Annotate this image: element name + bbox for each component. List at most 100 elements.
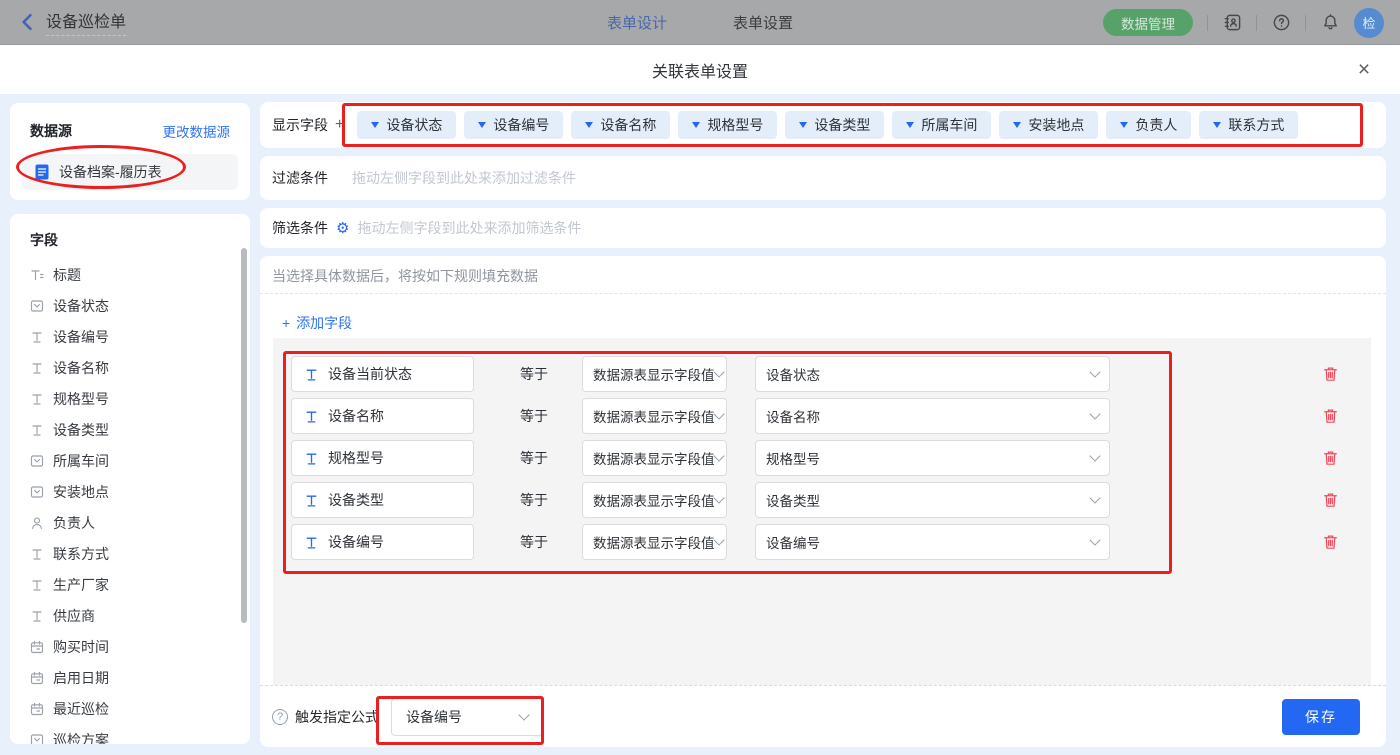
filter-condition-placeholder: 拖动左侧字段到此处来添加过滤条件: [352, 168, 576, 188]
field-item[interactable]: 供应商: [30, 600, 230, 631]
tab-form-design[interactable]: 表单设计: [607, 12, 667, 33]
text-field-icon: [30, 361, 44, 375]
field-item-label: 负责人: [53, 513, 95, 533]
field-item[interactable]: 标题: [30, 259, 230, 290]
source-type-select[interactable]: 数据源表显示字段值: [582, 482, 727, 518]
trash-icon: [1323, 534, 1338, 550]
chip-label: 规格型号: [707, 115, 763, 135]
source-type-select[interactable]: 数据源表显示字段值: [582, 524, 727, 560]
trash-icon: [1323, 450, 1338, 466]
field-item[interactable]: 最近巡检: [30, 693, 230, 724]
help-icon[interactable]: [1271, 13, 1291, 33]
delete-rule-button[interactable]: [1323, 534, 1339, 551]
source-field-select[interactable]: 设备类型: [755, 482, 1110, 518]
selected-datasource[interactable]: 设备档案-履历表: [22, 154, 238, 190]
field-item[interactable]: 启用日期: [30, 662, 230, 693]
display-field-chip[interactable]: 设备编号: [464, 111, 563, 139]
display-field-chip[interactable]: 安装地点: [999, 111, 1098, 139]
screen-condition-placeholder: 拖动左侧字段到此处来添加筛选条件: [357, 218, 581, 238]
target-field-box[interactable]: 设备类型: [291, 482, 474, 518]
field-item[interactable]: 巡检方案: [30, 724, 230, 744]
display-field-chip[interactable]: 设备状态: [357, 111, 456, 139]
field-item-label: 标题: [53, 265, 81, 285]
chevron-down-icon: [713, 450, 724, 461]
close-icon[interactable]: ×: [1352, 58, 1376, 82]
dialog-title: 关联表单设置: [0, 45, 1400, 95]
chip-label: 设备类型: [814, 115, 870, 135]
display-field-chip[interactable]: 设备类型: [785, 111, 884, 139]
source-field-select[interactable]: 设备状态: [755, 356, 1110, 392]
chevron-down-icon: [1089, 408, 1100, 419]
source-type-select[interactable]: 数据源表显示字段值: [582, 356, 727, 392]
change-datasource-link[interactable]: 更改数据源: [163, 121, 231, 141]
title-field-icon: [30, 268, 44, 282]
trigger-formula-label: 触发指定公式: [295, 707, 379, 727]
text-field-icon: [304, 409, 319, 424]
field-item[interactable]: 负责人: [30, 507, 230, 538]
source-field-select[interactable]: 规格型号: [755, 440, 1110, 476]
fill-rule-row: 设备类型 等于 数据源表显示字段值 设备类型: [291, 482, 1353, 518]
date-field-icon: [30, 671, 44, 685]
chevron-down-icon: [371, 122, 379, 128]
help-circle-icon[interactable]: ?: [272, 709, 288, 725]
fields-scrollbar[interactable]: [241, 248, 247, 623]
field-item[interactable]: 安装地点: [30, 476, 230, 507]
field-item-label: 设备类型: [53, 420, 109, 440]
chevron-down-icon: [713, 492, 724, 503]
add-field-button[interactable]: + 添加字段: [282, 313, 352, 333]
plus-icon: +: [282, 315, 290, 331]
data-manage-button[interactable]: 数据管理: [1103, 9, 1193, 36]
field-item[interactable]: 联系方式: [30, 538, 230, 569]
contacts-icon[interactable]: [1222, 13, 1242, 33]
target-field-label: 设备名称: [328, 406, 384, 426]
chevron-down-icon: [478, 122, 486, 128]
target-field-box[interactable]: 设备当前状态: [291, 356, 474, 392]
chevron-down-icon: [518, 709, 529, 720]
chevron-down-icon: [1089, 492, 1100, 503]
source-field-select[interactable]: 设备名称: [755, 398, 1110, 434]
display-field-chip[interactable]: 规格型号: [678, 111, 777, 139]
filter-condition-row[interactable]: 过滤条件 拖动左侧字段到此处来添加过滤条件: [260, 156, 1386, 200]
field-item[interactable]: 设备编号: [30, 321, 230, 352]
add-display-field-button[interactable]: +: [335, 116, 344, 134]
save-button[interactable]: 保存: [1282, 699, 1360, 735]
display-field-chip[interactable]: 联系方式: [1199, 111, 1298, 139]
source-field-select[interactable]: 设备编号: [755, 524, 1110, 560]
trigger-field-select[interactable]: 设备编号: [391, 698, 543, 736]
field-item-label: 安装地点: [53, 482, 109, 502]
target-field-box[interactable]: 规格型号: [291, 440, 474, 476]
select-field-icon: [30, 454, 44, 468]
chevron-down-icon: [1089, 534, 1100, 545]
equals-label: 等于: [520, 448, 564, 468]
screen-condition-row[interactable]: 筛选条件 ⚙ 拖动左侧字段到此处来添加筛选条件: [260, 208, 1386, 248]
gear-icon[interactable]: ⚙: [336, 219, 349, 237]
bell-icon[interactable]: [1320, 13, 1340, 33]
fill-rule-row: 规格型号 等于 数据源表显示字段值 规格型号: [291, 440, 1353, 476]
delete-rule-button[interactable]: [1323, 450, 1339, 467]
display-field-chip[interactable]: 负责人: [1106, 111, 1191, 139]
field-item[interactable]: 所属车间: [30, 445, 230, 476]
user-avatar[interactable]: 检: [1354, 8, 1384, 38]
user-field-icon: [30, 516, 44, 530]
target-field-box[interactable]: 设备名称: [291, 398, 474, 434]
filter-condition-label: 过滤条件: [272, 168, 328, 188]
field-item[interactable]: 规格型号: [30, 383, 230, 414]
target-field-box[interactable]: 设备编号: [291, 524, 474, 560]
field-item[interactable]: 设备类型: [30, 414, 230, 445]
tab-form-settings[interactable]: 表单设置: [733, 12, 793, 33]
field-item[interactable]: 购买时间: [30, 631, 230, 662]
delete-rule-button[interactable]: [1323, 366, 1339, 383]
display-field-chip[interactable]: 设备名称: [571, 111, 670, 139]
chevron-down-icon: [906, 122, 914, 128]
field-item[interactable]: 生产厂家: [30, 569, 230, 600]
delete-rule-button[interactable]: [1323, 408, 1339, 425]
display-fields-row: 显示字段 + 设备状态 设备编号 设备名称: [260, 102, 1386, 148]
field-item[interactable]: 设备状态: [30, 290, 230, 321]
source-type-select[interactable]: 数据源表显示字段值: [582, 398, 727, 434]
dialog-footer: ? 触发指定公式 设备编号 保存: [260, 685, 1386, 747]
source-type-select[interactable]: 数据源表显示字段值: [582, 440, 727, 476]
display-field-chip[interactable]: 所属车间: [892, 111, 991, 139]
text-field-icon: [30, 547, 44, 561]
delete-rule-button[interactable]: [1323, 492, 1339, 509]
field-item[interactable]: 设备名称: [30, 352, 230, 383]
